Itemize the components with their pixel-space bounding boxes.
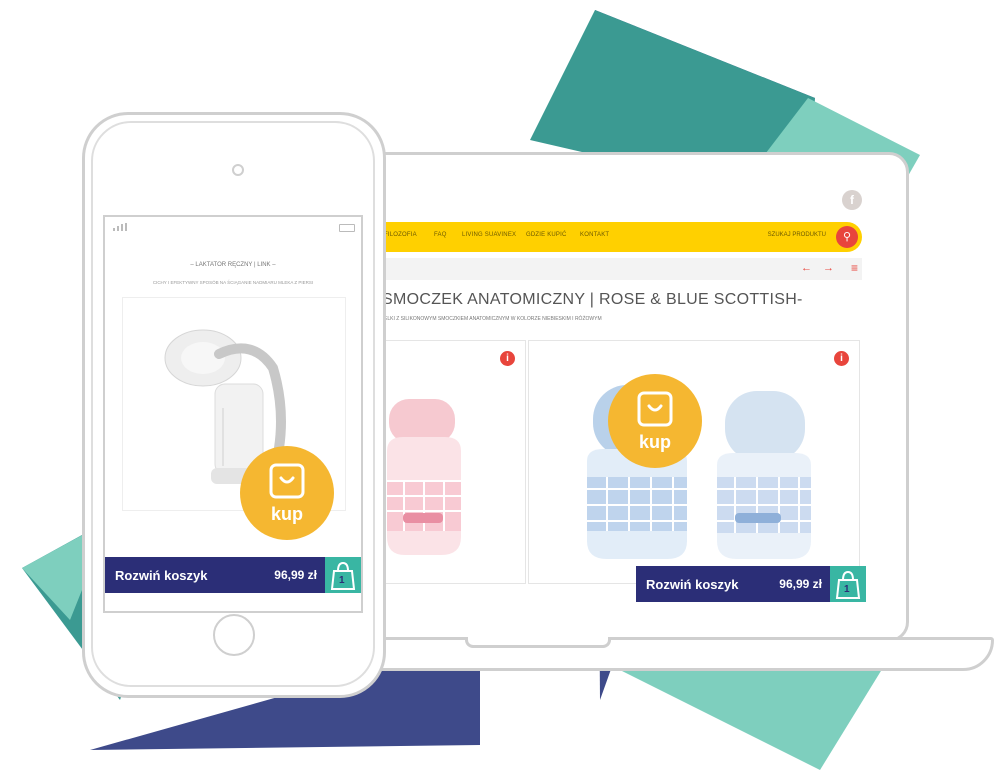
phone-camera [232,164,244,176]
laptop-notch [465,637,611,648]
kup-label: kup [270,504,303,524]
pink-bottle-image [387,399,461,555]
cart-bar-desktop[interactable]: Rozwiń koszyk 96,99 zł 1 [636,566,866,602]
cart-total: 96,99 zł [779,577,822,591]
search-icon[interactable]: ⚲ [836,226,858,248]
kup-buy-button-mobile[interactable]: kup [240,446,334,540]
blue-bottles-image [587,385,811,559]
cart-count: 1 [339,575,345,586]
signal-icon [113,223,127,231]
cart-total: 96,99 zł [274,568,317,582]
main-nav: FILOZOFIA FAQ LIVING SUAVINEX GDZIE KUPI… [378,222,862,252]
kup-label: kup [638,432,671,452]
phone-screen: – LAKTATOR RĘCZNY | LINK – CICHY I EFEKT… [103,215,363,613]
pager-bar: ← → ≡ [378,258,862,280]
nav-item-kontakt[interactable]: KONTAKT [580,232,609,238]
phone-home-button[interactable] [213,614,255,656]
arrow-left-icon[interactable]: ← [801,262,812,274]
nav-item-faq[interactable]: FAQ [434,232,447,238]
cart-bar-mobile[interactable]: Rozwiń koszyk 96,99 zł 1 [105,557,361,593]
product-subtitle: ELKI Z SILIKONOWYM SMOCZKIEM ANATOMICZNY… [384,316,602,322]
mobile-product-subtitle: CICHY I EFEKTYWNY SPOSÓB NA ŚCIĄGANIE NA… [152,280,314,285]
product-card-blue[interactable]: i [528,340,860,584]
expand-cart-label: Rozwiń koszyk [646,577,739,592]
kup-buy-button-desktop[interactable]: kup [608,374,702,468]
shopping-bag-icon [269,463,305,499]
shopping-bag-icon [637,391,673,427]
expand-cart-label: Rozwiń koszyk [115,568,208,583]
info-icon[interactable]: i [834,351,849,366]
nav-item-filozofia[interactable]: FILOZOFIA [384,232,417,238]
battery-icon [339,224,355,232]
info-icon[interactable]: i [500,351,515,366]
cart-button[interactable]: 1 [830,566,866,602]
product-card-pink[interactable]: i [378,340,526,584]
cart-count: 1 [844,584,850,595]
product-title: SMOCZEK ANATOMICZNY | ROSE & BLUE SCOTTI… [382,291,803,308]
mobile-product-title: – LAKTATOR RĘCZNY | LINK – [190,262,276,268]
nav-item-gdzie-kupic[interactable]: GDZIE KUPIĆ [526,232,567,238]
menu-icon[interactable]: ≡ [851,261,858,275]
nav-item-living[interactable]: LIVING SUAVINEX [462,232,516,238]
laptop-base [320,637,994,671]
arrow-right-icon[interactable]: → [823,262,834,274]
cart-button[interactable]: 1 [325,557,361,593]
facebook-icon[interactable]: f [842,190,862,210]
search-label[interactable]: SZUKAJ PRODUKTU [768,232,826,238]
